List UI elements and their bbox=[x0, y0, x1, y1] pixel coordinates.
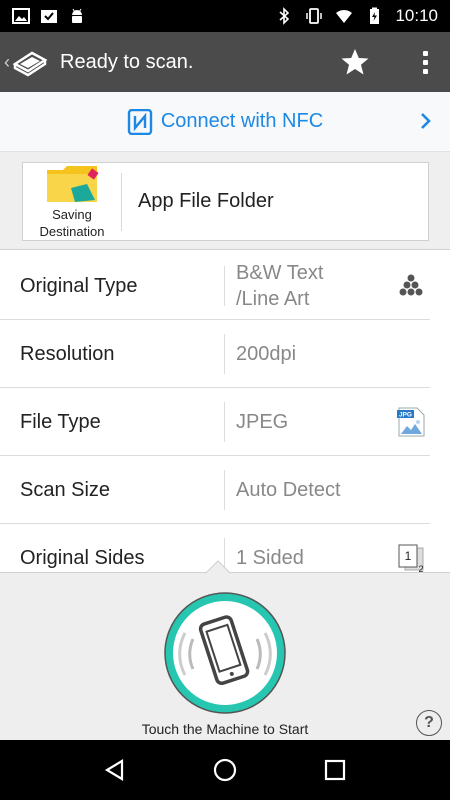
status-bar: 10:10 bbox=[0, 0, 450, 32]
battery-charging-icon bbox=[370, 7, 380, 24]
more-vert-icon[interactable] bbox=[410, 47, 440, 77]
setting-resolution[interactable]: Resolution 200dpi bbox=[0, 320, 450, 388]
destination-section: Saving Destination App File Folder bbox=[0, 152, 450, 250]
page-title: Ready to scan. bbox=[60, 50, 194, 73]
setting-file-type[interactable]: File Type JPEG JPG bbox=[0, 388, 450, 456]
wifi-icon bbox=[336, 9, 353, 23]
setting-label: Resolution bbox=[20, 342, 115, 365]
sides-front-text: 1 bbox=[405, 549, 412, 563]
sides-icon: 1 2 bbox=[398, 544, 424, 573]
scan-settings-list: Original Type B&W Text /Line Art Resolut… bbox=[0, 252, 450, 592]
bluetooth-icon bbox=[279, 7, 290, 25]
divider bbox=[224, 402, 225, 442]
connect-nfc-button[interactable]: Connect with NFC bbox=[0, 92, 450, 152]
setting-value: 200dpi bbox=[236, 343, 297, 365]
star-icon[interactable] bbox=[340, 47, 370, 77]
back-triangle-icon[interactable] bbox=[102, 757, 128, 783]
app-bar: ‹ Ready to scan. bbox=[0, 32, 450, 92]
destination-icon-block: Saving Destination bbox=[23, 163, 121, 240]
setting-label: Original Sides bbox=[20, 546, 145, 569]
divider bbox=[121, 172, 122, 231]
inbox-check-icon bbox=[41, 10, 57, 23]
setting-value: B&W Text /Line Art bbox=[236, 262, 324, 310]
touch-start-button[interactable] bbox=[163, 591, 287, 715]
app-logo-icon[interactable] bbox=[12, 44, 48, 80]
setting-value: JPEG bbox=[236, 411, 289, 433]
recents-square-icon[interactable] bbox=[322, 757, 348, 783]
chevron-right-icon bbox=[421, 113, 431, 129]
setting-label: File Type bbox=[20, 410, 101, 433]
vibrate-icon bbox=[306, 8, 323, 24]
setting-original-type[interactable]: Original Type B&W Text /Line Art bbox=[0, 252, 450, 320]
help-icon[interactable]: ? bbox=[416, 710, 442, 736]
image-icon bbox=[12, 8, 30, 24]
start-panel: Touch the Machine to Start ? bbox=[0, 560, 450, 740]
home-circle-icon[interactable] bbox=[212, 757, 238, 783]
setting-label: Scan Size bbox=[20, 478, 111, 501]
setting-value: 1 Sided bbox=[236, 547, 304, 569]
setting-scan-size[interactable]: Scan Size Auto Detect bbox=[0, 456, 450, 524]
jpg-file-icon: JPG bbox=[397, 407, 425, 437]
android-icon bbox=[72, 8, 82, 23]
destination-value: App File Folder bbox=[138, 190, 274, 212]
setting-value: Auto Detect bbox=[236, 479, 341, 501]
divider bbox=[224, 470, 225, 510]
destination-caption: Saving Destination bbox=[39, 206, 105, 239]
jpg-badge-text: JPG bbox=[399, 412, 412, 419]
dots-icon bbox=[399, 274, 423, 296]
clock: 10:10 bbox=[395, 6, 438, 25]
nfc-label: Connect with NFC bbox=[160, 110, 324, 132]
back-chevron-icon[interactable]: ‹ bbox=[4, 52, 10, 73]
system-nav-bar bbox=[0, 740, 450, 800]
divider bbox=[224, 266, 225, 306]
divider bbox=[224, 334, 225, 374]
saving-destination-button[interactable]: Saving Destination App File Folder bbox=[22, 162, 429, 241]
setting-label: Original Type bbox=[20, 274, 138, 297]
start-caption: Touch the Machine to Start bbox=[141, 721, 309, 737]
nfc-icon bbox=[127, 108, 153, 135]
folder-icon bbox=[47, 165, 99, 202]
